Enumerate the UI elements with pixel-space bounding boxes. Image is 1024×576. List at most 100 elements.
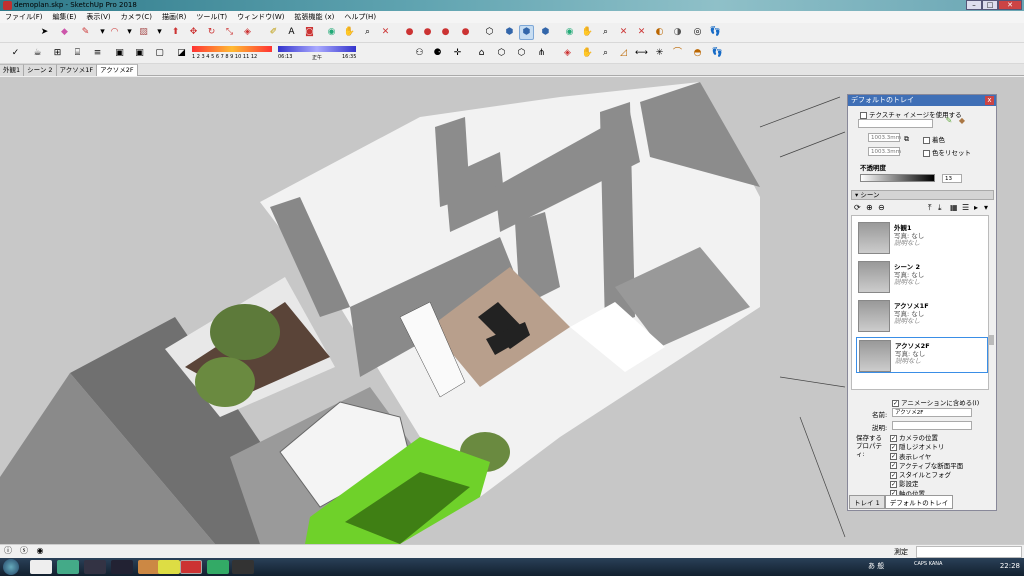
include-animation-row[interactable]: ✓ アニメーションに含める(I) bbox=[892, 397, 979, 407]
menu-file[interactable]: ファイル(F) bbox=[0, 12, 48, 22]
scene-desc-field[interactable] bbox=[892, 421, 972, 430]
opacity-slider[interactable] bbox=[860, 174, 935, 182]
prop-row[interactable]: ✓ カメラの位置 bbox=[890, 434, 963, 443]
protractor-icon[interactable]: ◿ bbox=[616, 46, 631, 61]
flip-edge-icon[interactable]: ⋔ bbox=[534, 46, 549, 61]
scene-list-scrollbar[interactable] bbox=[989, 335, 994, 345]
drape-icon[interactable]: ⌂ bbox=[474, 46, 489, 61]
jw-cad-taskbar-icon[interactable] bbox=[84, 560, 106, 574]
orbit-icon[interactable]: ◈ bbox=[560, 46, 575, 61]
eraser-icon[interactable]: ◆ bbox=[57, 25, 72, 40]
texture-path-field[interactable] bbox=[858, 119, 933, 128]
browser-taskbar-icon[interactable] bbox=[57, 560, 79, 574]
update-scene-icon[interactable]: ⟳ bbox=[854, 203, 861, 212]
sandbox-icon[interactable]: ⚇ bbox=[412, 46, 427, 61]
texture-height-field[interactable]: 1003.3mm bbox=[868, 147, 901, 156]
scenes-header[interactable]: ▾ シーン bbox=[851, 190, 994, 200]
scene-item[interactable]: シーン 2 写真: なし 説明なし bbox=[856, 259, 988, 295]
scene-item[interactable]: アクソメ1F 写真: なし 説明なし bbox=[856, 298, 988, 334]
footprints-icon[interactable]: 👣 bbox=[708, 25, 723, 40]
photoshop-taskbar-icon[interactable] bbox=[111, 560, 133, 574]
extension-warehouse-icon[interactable]: ● bbox=[458, 25, 473, 40]
instructor-icon[interactable]: ✓ bbox=[8, 46, 23, 61]
orbit-icon[interactable]: ◉ bbox=[324, 25, 339, 40]
prop-checkbox[interactable]: ✓ bbox=[890, 453, 897, 461]
iso-view-icon[interactable]: ⬡ bbox=[482, 25, 497, 40]
include-animation-checkbox[interactable]: ✓ bbox=[892, 399, 899, 407]
shadows-toggle-icon[interactable]: ◪ bbox=[174, 46, 189, 61]
menu-tools[interactable]: ツール(T) bbox=[191, 12, 232, 22]
position-camera-icon[interactable]: ◐ bbox=[652, 25, 667, 40]
warehouse-icon[interactable]: ● bbox=[402, 25, 417, 40]
window-icon[interactable]: ▢ bbox=[152, 46, 167, 61]
arc-icon[interactable]: ◠ bbox=[107, 25, 122, 40]
move-icon[interactable]: ✥ bbox=[186, 25, 201, 40]
section-plane-icon[interactable]: ⌸ bbox=[70, 46, 85, 61]
tray-tab[interactable]: トレイ 1 bbox=[849, 495, 885, 509]
prop-row[interactable]: ✓ 影設定 bbox=[890, 480, 963, 489]
section-icon[interactable]: ◓ bbox=[690, 46, 705, 61]
delete-scene-icon[interactable]: ⊖ bbox=[878, 203, 885, 212]
tray-menu-icon[interactable]: ▸ bbox=[974, 203, 978, 212]
rectangle-icon[interactable]: ▨ bbox=[136, 25, 151, 40]
smoove-icon[interactable]: ⬡ bbox=[514, 46, 529, 61]
colorize-checkbox[interactable] bbox=[923, 136, 930, 144]
push-pull-icon[interactable]: ⬆ bbox=[168, 25, 183, 40]
zoom-icon[interactable]: ⌕ bbox=[360, 25, 375, 40]
text-tool-icon[interactable]: A bbox=[284, 25, 299, 40]
material-icon[interactable]: ◆ bbox=[956, 115, 968, 127]
clock[interactable]: 22:28 bbox=[1000, 562, 1020, 570]
eye-icon[interactable]: ◎ bbox=[690, 25, 705, 40]
add-scene-icon[interactable]: ⊕ bbox=[866, 203, 873, 212]
menu-extensions[interactable]: 拡張機能 (x) bbox=[289, 12, 339, 22]
look-icon[interactable]: ◑ bbox=[670, 25, 685, 40]
app-taskbar-icon[interactable] bbox=[158, 560, 180, 574]
scene-name-field[interactable]: アクソメ2F bbox=[892, 408, 972, 417]
scene-tab-active[interactable]: アクソメ2F bbox=[97, 64, 138, 76]
next-view-icon[interactable]: ✕ bbox=[634, 25, 649, 40]
minimize-button[interactable]: – bbox=[966, 0, 982, 10]
prop-row[interactable]: ✓ 表示レイヤ bbox=[890, 453, 963, 462]
dropdown-arrow-icon[interactable]: ▾ bbox=[122, 25, 137, 40]
prop-checkbox[interactable]: ✓ bbox=[890, 480, 897, 488]
scene-tab[interactable]: 外観1 bbox=[0, 64, 25, 76]
rotate-icon[interactable]: ↻ bbox=[204, 25, 219, 40]
scale-icon[interactable]: ⤡ bbox=[222, 25, 237, 40]
menu-help[interactable]: ヘルプ(H) bbox=[339, 12, 381, 22]
measurements-field[interactable] bbox=[916, 546, 1022, 558]
tray-tab-active[interactable]: デフォルトのトレイ bbox=[884, 495, 954, 509]
scene-options-icon[interactable]: ▾ bbox=[984, 203, 988, 212]
reset-color-row[interactable]: 色をリセット bbox=[923, 147, 971, 157]
use-texture-checkbox[interactable] bbox=[860, 111, 867, 119]
menu-draw[interactable]: 描画(R) bbox=[157, 12, 191, 22]
texture-width-field[interactable]: 1003.3mm bbox=[868, 133, 901, 142]
scene-tab[interactable]: シーン 2 bbox=[24, 64, 57, 76]
prop-checkbox[interactable]: ✓ bbox=[890, 443, 897, 451]
select-arrow-icon[interactable]: ➤ bbox=[37, 25, 52, 40]
shadow-time-slider[interactable] bbox=[278, 46, 356, 52]
window-icon[interactable]: ▣ bbox=[132, 46, 147, 61]
zoom-extents-icon[interactable]: ✕ bbox=[378, 25, 393, 40]
section-cut-icon[interactable]: ≡ bbox=[90, 46, 105, 61]
move-scene-up-icon[interactable]: ⤒ bbox=[928, 203, 932, 213]
show-details-icon[interactable]: ☰ bbox=[962, 203, 969, 212]
stamp-icon[interactable]: ⬡ bbox=[494, 46, 509, 61]
menu-view[interactable]: 表示(V) bbox=[81, 12, 115, 22]
scene-tab[interactable]: アクソメ1F bbox=[56, 64, 98, 76]
menu-edit[interactable]: 編集(E) bbox=[48, 12, 82, 22]
sketchup-taskbar-icon[interactable] bbox=[180, 560, 202, 574]
axes-tool-icon[interactable]: ✳ bbox=[652, 46, 667, 61]
paint-bucket-icon[interactable]: ◙ bbox=[302, 25, 317, 40]
components-icon[interactable]: ● bbox=[438, 25, 453, 40]
look-around-icon[interactable]: ✋ bbox=[580, 25, 595, 40]
close-button[interactable]: ✕ bbox=[998, 0, 1022, 10]
3d-text-icon[interactable]: ⌒ bbox=[670, 46, 685, 61]
sandbox-icon[interactable]: ⚈ bbox=[430, 46, 445, 61]
zoom-window-icon[interactable]: ⌕ bbox=[598, 25, 613, 40]
tape-measure-icon[interactable]: ✐ bbox=[266, 25, 281, 40]
move-scene-down-icon[interactable]: ⤓ bbox=[938, 203, 942, 213]
scene-item[interactable]: 外観1 写真: なし 説明なし bbox=[856, 220, 988, 256]
reset-color-button[interactable] bbox=[923, 149, 930, 157]
pencil-line-icon[interactable]: ✎ bbox=[78, 25, 93, 40]
opacity-value-field[interactable]: 13 bbox=[942, 174, 962, 183]
